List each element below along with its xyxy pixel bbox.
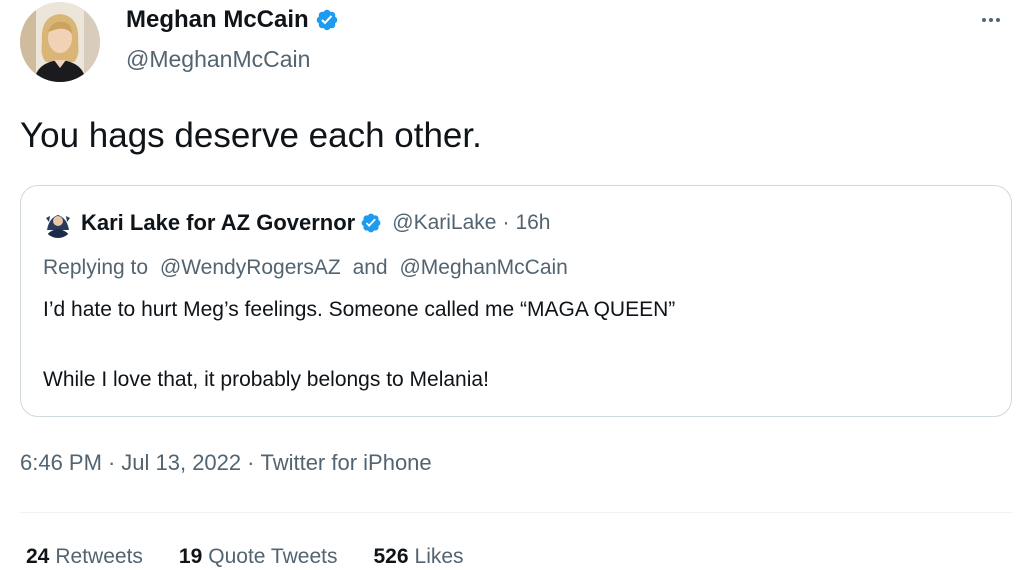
reply-mention-wendyrogersaz[interactable]: @WendyRogersAZ [160, 256, 341, 279]
separator-dot: · [247, 450, 255, 475]
quote-tweets-label: Quote Tweets [208, 545, 338, 568]
tweet-time[interactable]: 6:46 PM [20, 450, 102, 476]
verified-badge-icon [361, 213, 381, 233]
quoted-tweet-card[interactable]: Kari Lake for AZ Governor @KariLake · 16… [20, 185, 1012, 417]
author-avatar[interactable] [20, 2, 100, 82]
retweets-label: Retweets [55, 545, 143, 568]
author-name-text[interactable]: Meghan McCain [126, 6, 309, 34]
replying-to-line: Replying to @WendyRogersAZ and @MeghanMc… [43, 256, 568, 280]
likes-stat[interactable]: 526 Likes [373, 545, 463, 569]
more-options-icon-dot [989, 18, 993, 22]
replying-to-label: Replying to [43, 256, 149, 279]
tweet-text: You hags deserve each other. [20, 116, 482, 155]
quoted-author-name[interactable]: Kari Lake for AZ Governor [81, 210, 355, 236]
separator-dot: · [107, 450, 116, 475]
tweet-date[interactable]: Jul 13, 2022 [121, 450, 241, 476]
quoted-tweet-header: Kari Lake for AZ Governor @KariLake · 16… [43, 208, 551, 238]
quote-tweets-count: 19 [178, 545, 203, 568]
tweet-stats: 24 Retweets 19 Quote Tweets 526 Likes [26, 545, 500, 569]
verified-badge-icon [316, 9, 337, 31]
retweets-stat[interactable]: 24 Retweets [26, 545, 143, 569]
tweet-timestamp-line: 6:46 PM · Jul 13, 2022 · Twitter for iPh… [20, 450, 432, 476]
author-handle[interactable]: @MeghanMcCain [126, 46, 310, 73]
more-options-icon [982, 18, 986, 22]
tweet-source[interactable]: Twitter for iPhone [260, 450, 431, 476]
quote-tweets-stat[interactable]: 19 Quote Tweets [179, 545, 338, 569]
reply-mention-meghanmccain[interactable]: @MeghanMcCain [399, 256, 567, 279]
quoted-author-handle[interactable]: @KariLake [392, 211, 496, 235]
quoted-tweet-text-line-2: While I love that, it probably belongs t… [43, 368, 489, 391]
divider [20, 512, 1012, 513]
quoted-tweet-text-line-1: I’d hate to hurt Meg’s feelings. Someone… [43, 298, 676, 321]
quoted-tweet-time[interactable]: 16h [515, 211, 550, 235]
quoted-author-avatar[interactable] [43, 208, 73, 238]
author-name[interactable]: Meghan McCain [126, 6, 339, 34]
more-options-button[interactable] [976, 8, 1006, 32]
likes-label: Likes [414, 545, 464, 568]
likes-count: 526 [373, 545, 409, 568]
retweets-count: 24 [26, 545, 50, 568]
more-options-icon-dot [996, 18, 1000, 22]
separator-dot: · [502, 211, 510, 234]
reply-and-label: and [352, 256, 388, 279]
